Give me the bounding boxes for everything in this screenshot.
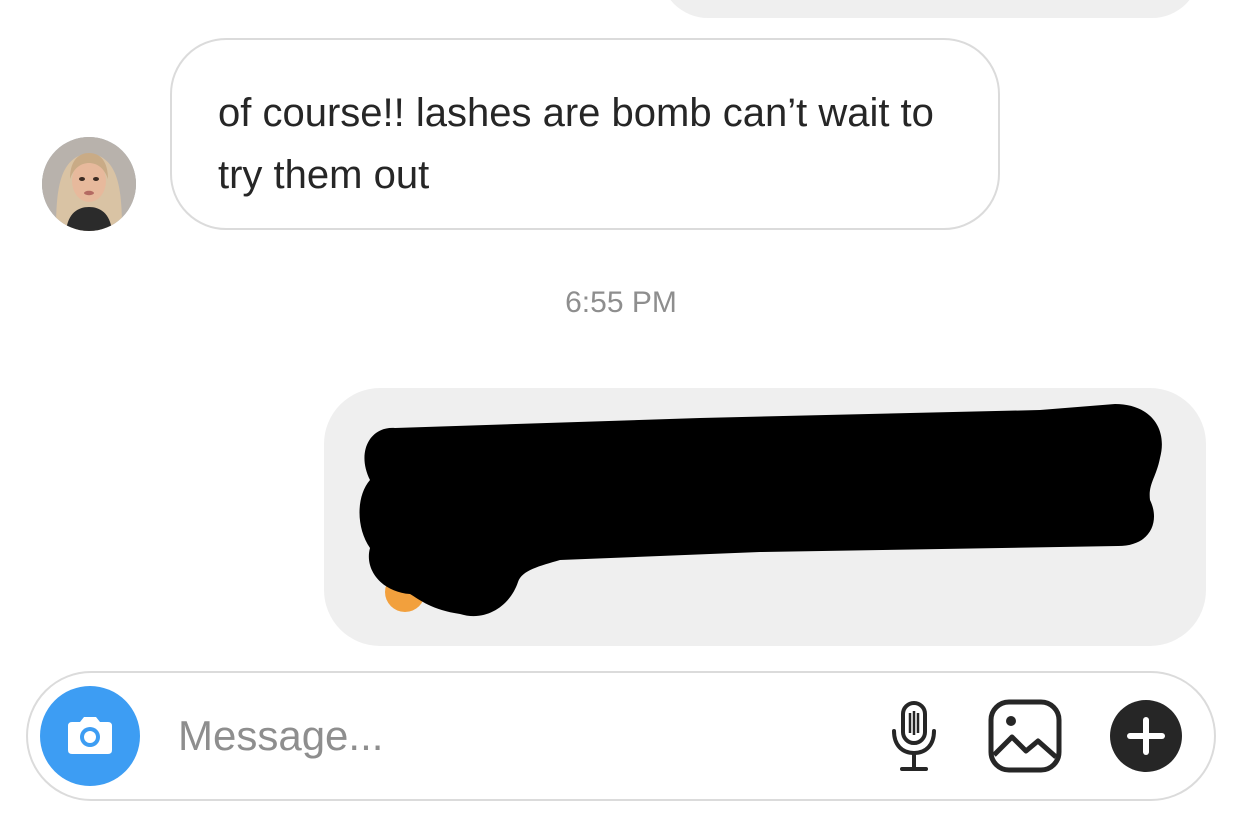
add-content-button[interactable] — [1108, 698, 1184, 774]
message-composer — [26, 671, 1216, 801]
message-timestamp: 6:55 PM — [565, 286, 677, 319]
incoming-message-text: of course!! lashes are bomb can’t wait t… — [218, 91, 934, 197]
message-input[interactable] — [178, 703, 858, 769]
camera-icon — [68, 717, 112, 754]
outgoing-message-bubble[interactable] — [324, 388, 1206, 646]
avatar[interactable] — [42, 137, 136, 231]
microphone-icon — [892, 701, 936, 771]
previous-outgoing-bubble — [660, 0, 1200, 18]
image-icon — [988, 699, 1062, 773]
microphone-button[interactable] — [884, 699, 944, 775]
avatar-photo — [42, 137, 136, 231]
camera-button[interactable] — [40, 686, 140, 786]
gallery-button[interactable] — [986, 697, 1064, 775]
incoming-message-bubble[interactable]: of course!! lashes are bomb can’t wait t… — [170, 38, 1000, 230]
plus-icon — [1110, 700, 1182, 772]
dm-thread-screen: of course!! lashes are bomb can’t wait t… — [0, 0, 1242, 826]
